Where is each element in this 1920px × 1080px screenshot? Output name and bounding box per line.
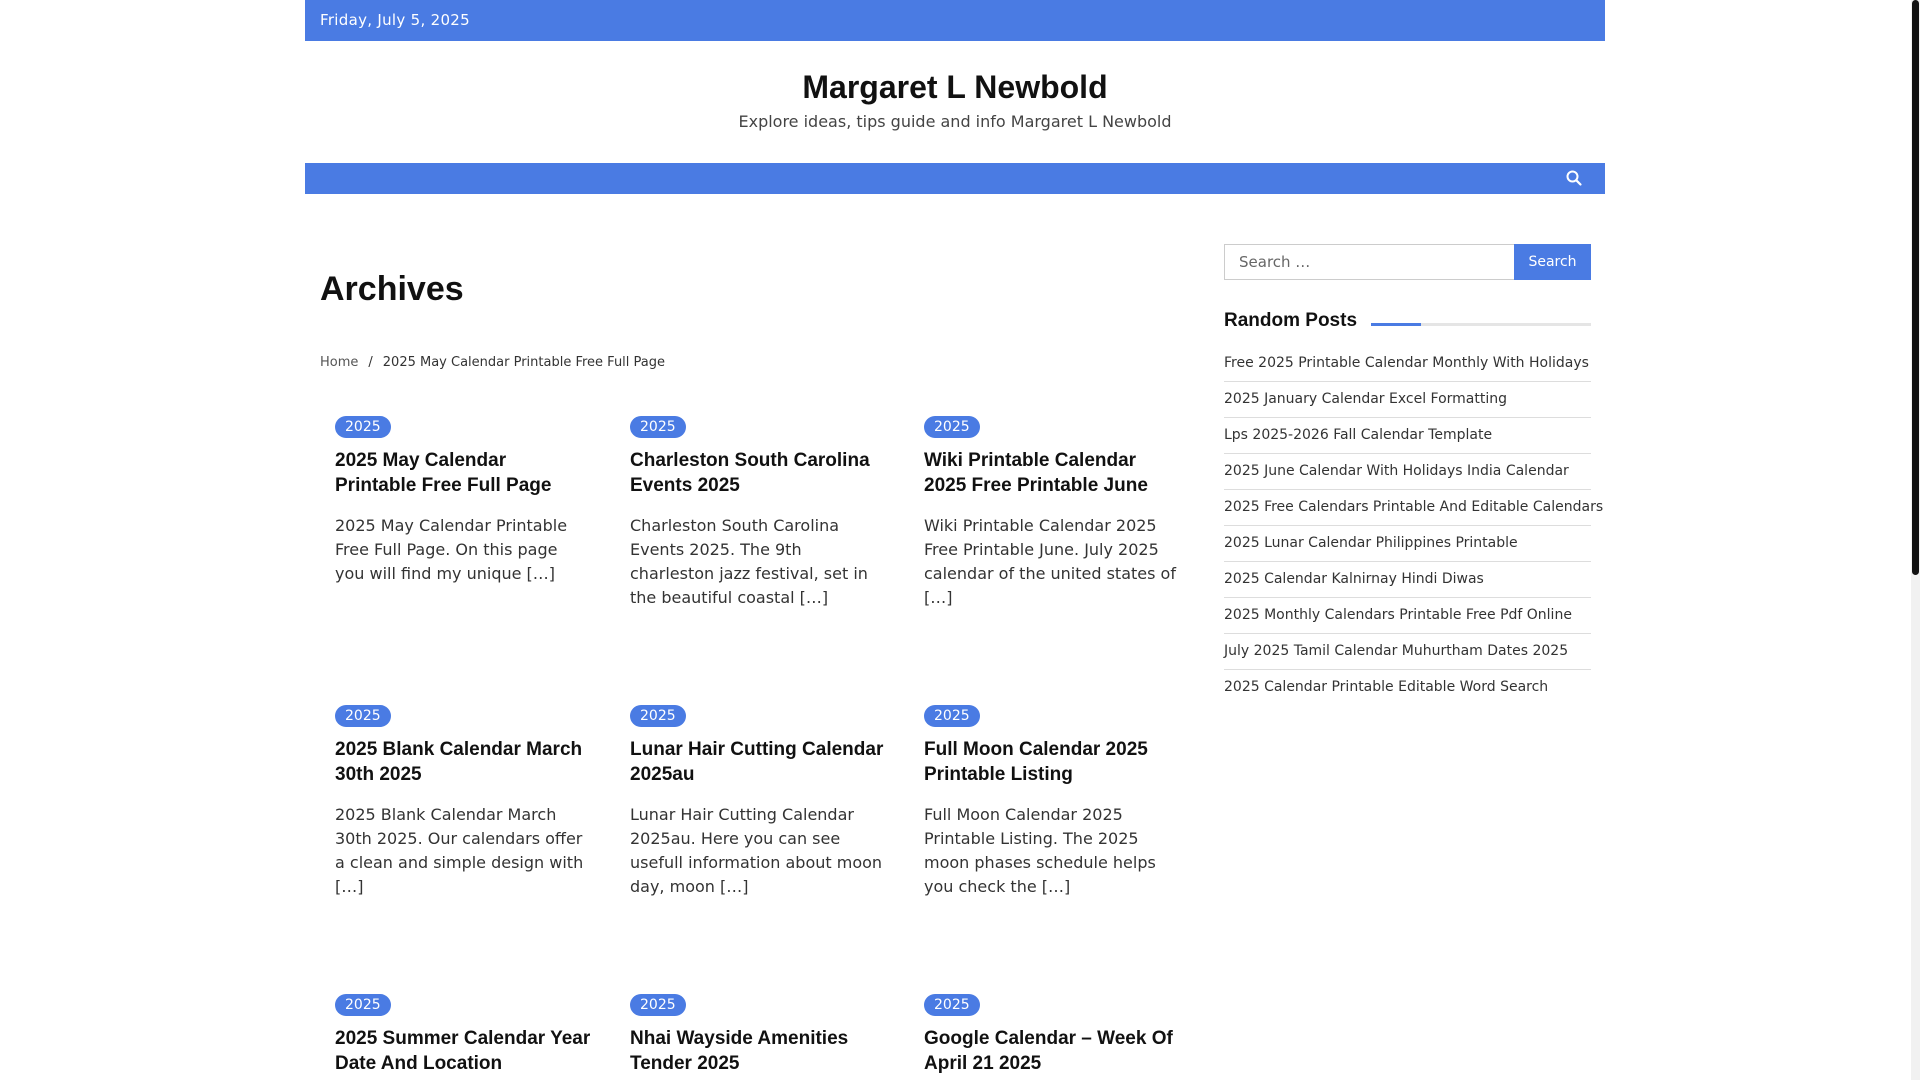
- post-title[interactable]: Google Calendar – Week Of April 21 2025: [924, 1026, 1180, 1076]
- post-card: 2025 Full Moon Calendar 2025 Printable L…: [924, 705, 1180, 899]
- widget-title: Random Posts: [1224, 310, 1358, 331]
- post-excerpt: Wiki Printable Calendar 2025 Free Printa…: [924, 516, 1176, 607]
- breadcrumb-current: 2025 May Calendar Printable Free Full Pa…: [382, 355, 666, 370]
- widget-title-divider: [1371, 323, 1591, 326]
- post-excerpt: 2025 May Calendar Printable Free Full Pa…: [335, 516, 568, 583]
- post-card: 2025 2025 Summer Calendar Year Date And …: [335, 994, 591, 1076]
- random-post-link[interactable]: 2025 January Calendar Excel Formatting: [1224, 382, 1591, 418]
- post-title[interactable]: 2025 Blank Calendar March 30th 2025: [335, 737, 591, 787]
- category-badge[interactable]: 2025: [924, 416, 980, 438]
- post-title[interactable]: Full Moon Calendar 2025 Printable Listin…: [924, 737, 1180, 787]
- category-badge[interactable]: 2025: [335, 994, 391, 1016]
- search-button[interactable]: Search: [1514, 244, 1591, 280]
- random-post-link[interactable]: Free 2025 Printable Calendar Monthly Wit…: [1224, 346, 1591, 382]
- category-badge[interactable]: 2025: [630, 416, 686, 438]
- post-card: 2025 Nhai Wayside Amenities Tender 2025: [630, 994, 886, 1076]
- category-badge[interactable]: 2025: [924, 705, 980, 727]
- random-post-link[interactable]: 2025 Monthly Calendars Printable Free Pd…: [1224, 598, 1591, 634]
- random-post-link[interactable]: 2025 Lunar Calendar Philippines Printabl…: [1224, 526, 1591, 562]
- random-post-link[interactable]: 2025 June Calendar With Holidays India C…: [1224, 454, 1591, 490]
- current-date: Friday, July 5, 2025: [320, 11, 470, 29]
- post-card: 2025 Lunar Hair Cutting Calendar 2025au …: [630, 705, 886, 899]
- search-input[interactable]: [1224, 244, 1514, 280]
- category-badge[interactable]: 2025: [630, 994, 686, 1016]
- site-tagline: Explore ideas, tips guide and info Marga…: [738, 112, 1172, 131]
- scrollbar-thumb[interactable]: [1912, 0, 1919, 575]
- post-title[interactable]: 2025 May Calendar Printable Free Full Pa…: [335, 448, 591, 498]
- random-post-link[interactable]: 2025 Calendar Printable Editable Word Se…: [1224, 670, 1591, 706]
- random-post-link[interactable]: 2025 Free Calendars Printable And Editab…: [1224, 490, 1603, 526]
- post-title[interactable]: 2025 Summer Calendar Year Date And Locat…: [335, 1026, 591, 1076]
- category-badge[interactable]: 2025: [630, 705, 686, 727]
- page-scrollbar[interactable]: [1911, 0, 1920, 1080]
- post-excerpt: Full Moon Calendar 2025 Printable Listin…: [924, 805, 1156, 896]
- post-title[interactable]: Nhai Wayside Amenities Tender 2025: [630, 1026, 886, 1076]
- random-post-link[interactable]: 2025 Calendar Kalnirnay Hindi Diwas: [1224, 562, 1591, 598]
- breadcrumb-home-link[interactable]: Home: [320, 355, 358, 370]
- post-card: 2025 Wiki Printable Calendar 2025 Free P…: [924, 416, 1180, 610]
- main-content: Archives Home / 2025 May Calendar Printabl…: [305, 194, 1185, 1080]
- post-card: 2025 2025 Blank Calendar March 30th 2025…: [335, 705, 591, 899]
- breadcrumb-separator: /: [368, 355, 373, 370]
- category-badge[interactable]: 2025: [335, 416, 391, 438]
- post-excerpt: 2025 Blank Calendar March 30th 2025. Our…: [335, 805, 584, 896]
- post-excerpt: Lunar Hair Cutting Calendar 2025au. Here…: [630, 805, 883, 896]
- top-bar: Friday, July 5, 2025: [305, 0, 1605, 41]
- post-card: 2025 Google Calendar – Week Of April 21 …: [924, 994, 1180, 1076]
- search-form: Search: [1224, 244, 1591, 280]
- category-badge[interactable]: 2025: [924, 994, 980, 1016]
- random-post-link[interactable]: July 2025 Tamil Calendar Muhurtham Dates…: [1224, 634, 1591, 670]
- random-posts-list: Free 2025 Printable Calendar Monthly Wit…: [1224, 346, 1603, 706]
- divider-accent: [1371, 323, 1421, 326]
- post-card: 2025 Charleston South Carolina Events 20…: [630, 416, 886, 610]
- site-title[interactable]: Margaret L Newbold: [305, 69, 1605, 106]
- breadcrumb: Home / 2025 May Calendar Printable Free Fu…: [320, 355, 665, 370]
- random-post-link[interactable]: Lps 2025-2026 Fall Calendar Template: [1224, 418, 1591, 454]
- category-badge[interactable]: 2025: [335, 705, 391, 727]
- random-posts-header: Random Posts: [1224, 310, 1591, 336]
- post-title[interactable]: Wiki Printable Calendar 2025 Free Printa…: [924, 448, 1180, 498]
- main-navigation: [305, 163, 1605, 194]
- post-title[interactable]: Charleston South Carolina Events 2025: [630, 448, 886, 498]
- site-branding: Margaret L Newbold Explore ideas, tips g…: [305, 41, 1605, 163]
- page-title: Archives: [320, 270, 464, 308]
- sidebar: Search Random Posts Free 2025 Printable …: [1224, 244, 1603, 706]
- post-excerpt: Charleston South Carolina Events 2025. T…: [630, 516, 868, 607]
- post-card: 2025 2025 May Calendar Printable Free Fu…: [335, 416, 591, 586]
- post-title[interactable]: Lunar Hair Cutting Calendar 2025au: [630, 737, 886, 787]
- search-icon[interactable]: [1565, 169, 1583, 187]
